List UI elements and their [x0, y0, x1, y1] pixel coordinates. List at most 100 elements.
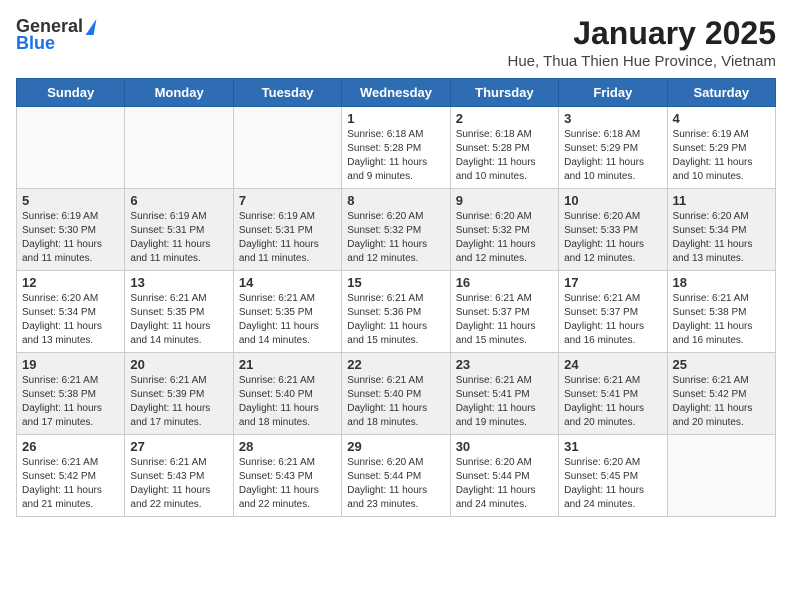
day-info: Sunrise: 6:19 AM Sunset: 5:31 PM Dayligh… — [239, 210, 336, 266]
title-area: January 2025 Hue, Thua Thien Hue Provinc… — [508, 16, 777, 70]
calendar-week-row: 1 Sunrise: 6:18 AM Sunset: 5:28 PM Daylig… — [17, 107, 776, 189]
calendar-cell: 14Sunrise: 6:21 AM Sunset: 5:35 PM Dayli… — [233, 271, 341, 353]
col-header-sunday: Sunday — [17, 79, 125, 107]
day-info: Sunrise: 6:21 AM Sunset: 5:40 PM Dayligh… — [347, 374, 444, 430]
calendar-cell: 16 Sunrise: 6:21 AM Sunset: 5:37 PM Dayli… — [450, 271, 558, 353]
day-number: 5 — [22, 193, 119, 208]
logo: General Blue — [16, 16, 95, 54]
calendar-cell: 11Sunrise: 6:20 AM Sunset: 5:34 PM Dayli… — [667, 189, 775, 271]
calendar-cell: 22 Sunrise: 6:21 AM Sunset: 5:40 PM Dayli… — [342, 353, 450, 435]
day-info: Sunrise: 6:21 AM Sunset: 5:40 PM Dayligh… — [239, 374, 336, 430]
day-info: Sunrise: 6:21 AM Sunset: 5:41 PM Dayligh… — [564, 374, 661, 430]
day-info: Sunrise: 6:21 AM Sunset: 5:37 PM Dayligh… — [564, 292, 661, 348]
calendar-cell: 15 Sunrise: 6:21 AM Sunset: 5:36 PM Dayli… — [342, 271, 450, 353]
day-info: Sunrise: 6:21 AM Sunset: 5:43 PM Dayligh… — [130, 456, 227, 512]
calendar-cell: 10Sunrise: 6:20 AM Sunset: 5:33 PM Dayli… — [559, 189, 667, 271]
day-info: Sunrise: 6:20 AM Sunset: 5:34 PM Dayligh… — [673, 210, 770, 266]
calendar-cell: 4 Sunrise: 6:19 AM Sunset: 5:29 PM Daylig… — [667, 107, 775, 189]
day-info: Sunrise: 6:21 AM Sunset: 5:38 PM Dayligh… — [673, 292, 770, 348]
day-number: 21 — [239, 357, 336, 372]
day-info: Sunrise: 6:18 AM Sunset: 5:28 PM Dayligh… — [456, 128, 553, 184]
day-info: Sunrise: 6:21 AM Sunset: 5:39 PM Dayligh… — [130, 374, 227, 430]
day-number: 1 — [347, 111, 444, 126]
calendar-cell: 5 Sunrise: 6:19 AM Sunset: 5:30 PM Daylig… — [17, 189, 125, 271]
calendar-cell: 29 Sunrise: 6:20 AM Sunset: 5:44 PM Dayli… — [342, 435, 450, 517]
day-info: Sunrise: 6:20 AM Sunset: 5:44 PM Dayligh… — [456, 456, 553, 512]
calendar-cell: 19 Sunrise: 6:21 AM Sunset: 5:38 PM Dayli… — [17, 353, 125, 435]
col-header-thursday: Thursday — [450, 79, 558, 107]
calendar-cell: 13 Sunrise: 6:21 AM Sunset: 5:35 PM Dayli… — [125, 271, 233, 353]
calendar-cell — [667, 435, 775, 517]
day-info: Sunrise: 6:21 AM Sunset: 5:35 PM Dayligh… — [130, 292, 227, 348]
day-info: Sunrise: 6:20 AM Sunset: 5:44 PM Dayligh… — [347, 456, 444, 512]
calendar-cell: 6 Sunrise: 6:19 AM Sunset: 5:31 PM Daylig… — [125, 189, 233, 271]
logo-blue: Blue — [16, 33, 55, 54]
calendar-cell: 25Sunrise: 6:21 AM Sunset: 5:42 PM Dayli… — [667, 353, 775, 435]
day-info: Sunrise: 6:20 AM Sunset: 5:32 PM Dayligh… — [347, 210, 444, 266]
day-number: 22 — [347, 357, 444, 372]
day-number: 28 — [239, 439, 336, 454]
day-number: 25 — [673, 357, 770, 372]
day-info: Sunrise: 6:20 AM Sunset: 5:45 PM Dayligh… — [564, 456, 661, 512]
calendar-week-row: 12Sunrise: 6:20 AM Sunset: 5:34 PM Dayli… — [17, 271, 776, 353]
day-number: 24 — [564, 357, 661, 372]
calendar-cell: 18 Sunrise: 6:21 AM Sunset: 5:38 PM Dayli… — [667, 271, 775, 353]
day-info: Sunrise: 6:18 AM Sunset: 5:29 PM Dayligh… — [564, 128, 661, 184]
calendar-table: SundayMondayTuesdayWednesdayThursdayFrid… — [16, 78, 776, 517]
day-info: Sunrise: 6:19 AM Sunset: 5:31 PM Dayligh… — [130, 210, 227, 266]
day-number: 31 — [564, 439, 661, 454]
day-info: Sunrise: 6:20 AM Sunset: 5:33 PM Dayligh… — [564, 210, 661, 266]
day-info: Sunrise: 6:21 AM Sunset: 5:42 PM Dayligh… — [22, 456, 119, 512]
calendar-cell: 30 Sunrise: 6:20 AM Sunset: 5:44 PM Dayli… — [450, 435, 558, 517]
day-number: 26 — [22, 439, 119, 454]
day-info: Sunrise: 6:21 AM Sunset: 5:43 PM Dayligh… — [239, 456, 336, 512]
day-number: 8 — [347, 193, 444, 208]
calendar-cell: 28 Sunrise: 6:21 AM Sunset: 5:43 PM Dayli… — [233, 435, 341, 517]
calendar-week-row: 19 Sunrise: 6:21 AM Sunset: 5:38 PM Dayli… — [17, 353, 776, 435]
col-header-monday: Monday — [125, 79, 233, 107]
day-info: Sunrise: 6:21 AM Sunset: 5:41 PM Dayligh… — [456, 374, 553, 430]
calendar-cell: 8 Sunrise: 6:20 AM Sunset: 5:32 PM Daylig… — [342, 189, 450, 271]
day-number: 6 — [130, 193, 227, 208]
calendar-cell: 17Sunrise: 6:21 AM Sunset: 5:37 PM Dayli… — [559, 271, 667, 353]
calendar-cell: 27 Sunrise: 6:21 AM Sunset: 5:43 PM Dayli… — [125, 435, 233, 517]
day-number: 4 — [673, 111, 770, 126]
day-number: 13 — [130, 275, 227, 290]
col-header-friday: Friday — [559, 79, 667, 107]
calendar-cell: 26 Sunrise: 6:21 AM Sunset: 5:42 PM Dayli… — [17, 435, 125, 517]
day-info: Sunrise: 6:21 AM Sunset: 5:37 PM Dayligh… — [456, 292, 553, 348]
day-number: 27 — [130, 439, 227, 454]
day-number: 3 — [564, 111, 661, 126]
day-info: Sunrise: 6:21 AM Sunset: 5:38 PM Dayligh… — [22, 374, 119, 430]
calendar-cell: 3 Sunrise: 6:18 AM Sunset: 5:29 PM Daylig… — [559, 107, 667, 189]
calendar-cell — [233, 107, 341, 189]
calendar-cell: 20Sunrise: 6:21 AM Sunset: 5:39 PM Dayli… — [125, 353, 233, 435]
day-info: Sunrise: 6:18 AM Sunset: 5:28 PM Dayligh… — [347, 128, 444, 184]
calendar-cell: 23 Sunrise: 6:21 AM Sunset: 5:41 PM Dayli… — [450, 353, 558, 435]
day-info: Sunrise: 6:20 AM Sunset: 5:32 PM Dayligh… — [456, 210, 553, 266]
day-number: 2 — [456, 111, 553, 126]
day-number: 30 — [456, 439, 553, 454]
calendar-week-row: 26 Sunrise: 6:21 AM Sunset: 5:42 PM Dayli… — [17, 435, 776, 517]
calendar-cell — [17, 107, 125, 189]
calendar-cell — [125, 107, 233, 189]
day-number: 23 — [456, 357, 553, 372]
day-info: Sunrise: 6:20 AM Sunset: 5:34 PM Dayligh… — [22, 292, 119, 348]
day-number: 29 — [347, 439, 444, 454]
day-number: 16 — [456, 275, 553, 290]
day-info: Sunrise: 6:19 AM Sunset: 5:30 PM Dayligh… — [22, 210, 119, 266]
col-header-tuesday: Tuesday — [233, 79, 341, 107]
day-info: Sunrise: 6:21 AM Sunset: 5:36 PM Dayligh… — [347, 292, 444, 348]
calendar-cell: 12Sunrise: 6:20 AM Sunset: 5:34 PM Dayli… — [17, 271, 125, 353]
calendar-cell: 31 Sunrise: 6:20 AM Sunset: 5:45 PM Dayli… — [559, 435, 667, 517]
col-header-wednesday: Wednesday — [342, 79, 450, 107]
calendar-cell: 9Sunrise: 6:20 AM Sunset: 5:32 PM Daylig… — [450, 189, 558, 271]
col-header-saturday: Saturday — [667, 79, 775, 107]
day-info: Sunrise: 6:19 AM Sunset: 5:29 PM Dayligh… — [673, 128, 770, 184]
day-number: 14 — [239, 275, 336, 290]
day-number: 15 — [347, 275, 444, 290]
calendar-header-row: SundayMondayTuesdayWednesdayThursdayFrid… — [17, 79, 776, 107]
calendar-cell: 21 Sunrise: 6:21 AM Sunset: 5:40 PM Dayli… — [233, 353, 341, 435]
day-number: 18 — [673, 275, 770, 290]
day-number: 19 — [22, 357, 119, 372]
